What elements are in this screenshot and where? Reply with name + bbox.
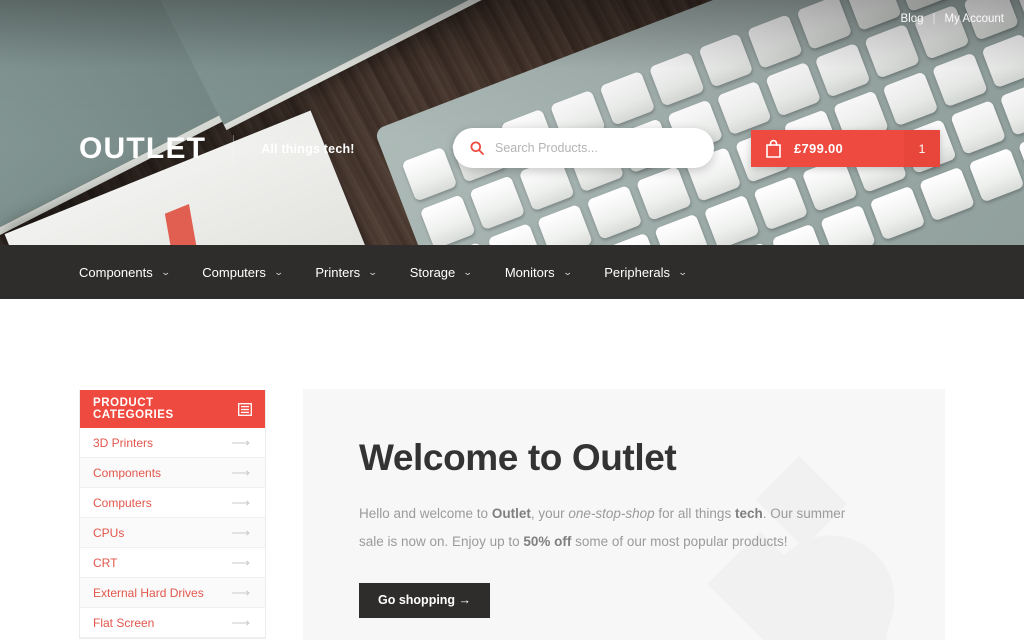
- category-label: 3D Printers: [93, 435, 154, 450]
- welcome-text-3: for all things: [654, 506, 735, 521]
- brand-divider: [233, 135, 235, 163]
- topbar-separator: |: [932, 12, 936, 25]
- nav-item-monitors[interactable]: Monitors ⌄: [504, 264, 573, 280]
- sidebar-title: PRODUCT CATEGORIES: [93, 397, 174, 421]
- nav-item-computers[interactable]: Computers ⌄: [202, 264, 284, 280]
- list-item[interactable]: Computers ⟶: [80, 488, 265, 518]
- main-navigation: Components ⌄ Computers ⌄ Printers ⌄ Stor…: [0, 245, 1024, 299]
- category-label: CPUs: [93, 525, 125, 540]
- page-title: Welcome to Outlet: [359, 437, 677, 478]
- welcome-bold-discount: 50% off: [523, 534, 572, 550]
- nav-label: Peripherals: [604, 264, 670, 280]
- go-shopping-button[interactable]: Go shopping →: [359, 582, 491, 618]
- nav-item-components[interactable]: Components ⌄: [79, 264, 171, 280]
- blog-link[interactable]: Blog: [901, 13, 924, 25]
- arrow-right-icon: ⟶: [231, 434, 250, 450]
- welcome-bold-outlet: Outlet: [491, 506, 531, 521]
- arrow-right-icon: ⟶: [231, 524, 250, 540]
- chevron-down-icon: ⌄: [462, 266, 474, 277]
- nav-item-storage[interactable]: Storage ⌄: [409, 264, 474, 280]
- category-label: External Hard Drives: [93, 585, 204, 600]
- nav-label: Computers: [202, 264, 266, 280]
- welcome-bold-tech: tech: [734, 506, 763, 521]
- welcome-text-2: , your: [530, 506, 569, 521]
- nav-label: Printers: [315, 264, 361, 280]
- brand-row: OUTLET All things tech!: [0, 118, 1024, 180]
- category-label: CRT: [93, 555, 118, 570]
- product-categories-header: PRODUCT CATEGORIES: [80, 390, 265, 428]
- list-item[interactable]: CPUs ⟶: [80, 518, 265, 548]
- chevron-down-icon: ⌄: [273, 266, 284, 277]
- category-list: 3D Printers ⟶ Components ⟶ Computers ⟶ C…: [80, 428, 265, 638]
- utility-top-bar: Blog | My Account: [0, 0, 1024, 37]
- welcome-panel-content: Welcome to Outlet Hello and welcome to O…: [303, 389, 945, 618]
- product-categories-sidebar: PRODUCT CATEGORIES 3D Printers ⟶ Compone…: [79, 390, 266, 639]
- site-logo[interactable]: OUTLET: [79, 132, 206, 166]
- welcome-text-5: some of our most popular products!: [571, 534, 788, 550]
- main-content: PRODUCT CATEGORIES 3D Printers ⟶ Compone…: [0, 299, 1024, 640]
- site-tagline: All things tech!: [261, 142, 355, 156]
- welcome-text-1: Hello and welcome to: [359, 506, 492, 521]
- nav-label: Monitors: [504, 264, 555, 280]
- list-item[interactable]: Components ⟶: [80, 458, 265, 488]
- nav-label: Storage: [409, 264, 456, 280]
- list-item[interactable]: External Hard Drives ⟶: [80, 578, 265, 608]
- nav-label: Components: [79, 264, 153, 280]
- category-label: Flat Screen: [93, 615, 155, 630]
- welcome-paragraph: Hello and welcome to Outlet, your one-st…: [359, 500, 871, 557]
- chevron-down-icon: ⌄: [677, 266, 688, 277]
- list-item[interactable]: CRT ⟶: [80, 548, 265, 578]
- nav-item-peripherals[interactable]: Peripherals ⌄: [604, 264, 688, 280]
- arrow-right-icon: ⟶: [231, 584, 250, 600]
- category-label: Components: [93, 465, 162, 480]
- arrow-right-icon: ⟶: [231, 554, 250, 570]
- chevron-down-icon: ⌄: [160, 266, 171, 277]
- list-menu-icon[interactable]: [238, 402, 252, 416]
- my-account-link[interactable]: My Account: [945, 13, 1004, 25]
- arrow-right-icon: ⟶: [231, 494, 250, 510]
- arrow-right-icon: ⟶: [231, 614, 250, 630]
- arrow-right-icon: ⟶: [231, 464, 250, 480]
- welcome-panel: Welcome to Outlet Hello and welcome to O…: [303, 389, 945, 640]
- header-hero: Blog | My Account OUTLET All things tech…: [0, 0, 1024, 245]
- chevron-down-icon: ⌄: [367, 266, 379, 277]
- list-item[interactable]: 3D Printers ⟶: [80, 428, 265, 458]
- category-label: Computers: [93, 495, 152, 510]
- nav-item-printers[interactable]: Printers ⌄: [315, 264, 379, 280]
- welcome-italic-onestopshop: one-stop-shop: [568, 506, 655, 521]
- chevron-down-icon: ⌄: [562, 266, 573, 277]
- list-item[interactable]: Flat Screen ⟶: [80, 608, 265, 638]
